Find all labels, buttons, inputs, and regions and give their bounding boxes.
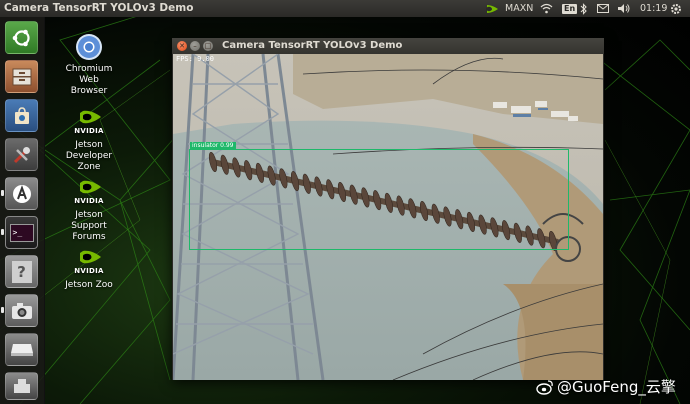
nvidia-icon [75,108,103,128]
minimize-icon: – [193,42,197,50]
software-center-button[interactable] [5,99,38,132]
bluetooth-icon[interactable] [580,0,588,17]
watermark: @GuoFeng_云擎 [536,376,676,397]
files-button[interactable] [5,60,38,93]
file-cabinet-icon [12,68,31,85]
wifi-icon[interactable] [540,0,553,17]
usb-icon [13,379,30,393]
running-indicator [1,307,4,313]
window-title: Camera TensorRT YOLOv3 Demo [222,40,403,51]
window-minimize-button[interactable]: – [190,41,200,51]
keyboard-icon[interactable]: En [562,0,578,17]
volume-icon[interactable] [617,0,631,17]
nvidia-icon[interactable] [481,0,501,17]
software-updater-button[interactable] [5,177,38,210]
running-indicator [1,229,4,235]
window-titlebar[interactable]: ✕ – □ Camera TensorRT YOLOv3 Demo [172,38,604,54]
chromium-icon [76,34,102,60]
desktop-icon-jetson-support-forums[interactable]: NVIDIA Jetson Support Forums [57,178,121,243]
mail-icon[interactable] [597,0,609,17]
camera-icon [11,302,32,319]
desktop-icon-jetson-developer-zone[interactable]: NVIDIA Jetson Developer Zone [57,108,121,173]
desktop-icon-chromium[interactable]: Chromium Web Browser [57,33,121,97]
desktop-icon-label: Jetson Zoo [65,280,113,290]
window-maximize-button[interactable]: □ [203,41,213,51]
desktop-icon-label: Developer [65,151,113,161]
camera-feed: FPS: 9.00 insulator 0.99 [173,54,603,380]
desktop-icon-label: Jetson [75,210,103,220]
terminal-icon: >_ [9,223,34,242]
desktop-icon-jetson-zoo[interactable]: NVIDIA Jetson Zoo [57,248,121,291]
help-button[interactable]: ? [5,255,38,288]
detection-label: insulator 0.99 [190,142,236,150]
keyboard-layout-label: En [562,3,578,14]
fps-counter: FPS: 9.00 [176,55,214,63]
gear-icon[interactable] [670,0,682,17]
camera-window: ✕ – □ Camera TensorRT YOLOv3 Demo FPS: 9… [172,38,604,380]
desktop-icon-label: Web [79,75,99,85]
power-mode-indicator[interactable]: MAXN [505,0,533,17]
clock[interactable]: 01:19 [640,0,667,17]
desktop-icon-label: Browser [70,86,108,96]
watermark-text: @GuoFeng_云擎 [557,378,676,396]
active-window-title: Camera TensorRT YOLOv3 Demo [4,2,194,14]
desktop-icon-label: Chromium [65,64,113,74]
launcher: >_ ? [0,17,45,404]
desktop-icon-label: Zone [77,162,101,172]
desktop-icon-label: Forums [72,232,106,242]
updater-icon [12,184,31,203]
system-settings-button[interactable] [5,138,38,171]
close-icon: ✕ [179,42,185,50]
weibo-icon [536,379,553,395]
drive-button[interactable] [5,333,38,366]
camera-button[interactable] [5,294,38,327]
desktop-icon-label: Jetson [75,140,103,150]
top-panel: Camera TensorRT YOLOv3 Demo MAXN En 01:1… [0,0,690,17]
detection-bounding-box: insulator 0.99 [189,142,569,250]
help-icon: ? [11,260,32,283]
ubuntu-dash-button[interactable] [5,21,38,54]
ubuntu-logo-icon [12,29,30,46]
drive-icon [10,343,33,356]
shopping-bag-icon [14,106,29,124]
terminal-button[interactable]: >_ [5,216,38,249]
nvidia-icon [75,248,103,268]
maximize-icon: □ [204,42,212,50]
window-close-button[interactable]: ✕ [177,41,187,51]
nvidia-icon [75,178,103,198]
desktop-icon-label: Support [71,221,107,231]
running-indicator [1,190,4,196]
usb-drive-button[interactable] [5,372,38,400]
tools-icon [13,146,30,163]
